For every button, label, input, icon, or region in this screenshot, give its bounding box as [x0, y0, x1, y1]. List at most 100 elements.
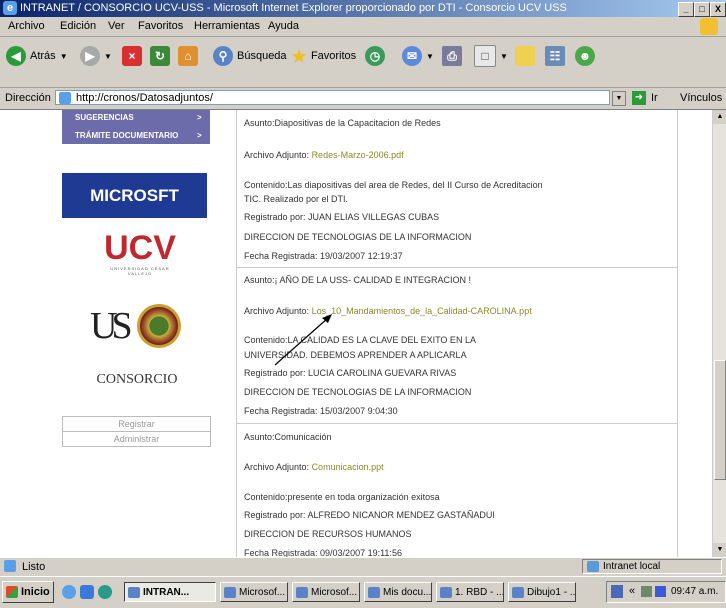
- research-button[interactable]: ☷: [545, 45, 569, 67]
- vertical-scrollbar[interactable]: ▲ ▼: [712, 110, 726, 557]
- task-intranet[interactable]: INTRAN...: [124, 582, 216, 602]
- stop-button[interactable]: ×: [122, 45, 146, 67]
- registrar-link[interactable]: Registrar: [63, 417, 210, 432]
- system-tray: « 09:47 a.m.: [606, 581, 726, 603]
- network-icon[interactable]: [641, 586, 652, 597]
- outlook-quicklaunch-icon[interactable]: [80, 585, 94, 599]
- attachment-link[interactable]: Redes-Marzo-2006.pdf: [312, 150, 404, 160]
- page-content: SUGERENCIAS > TRÁMITE DOCUMENTARIO > MIC…: [0, 110, 712, 557]
- print-button[interactable]: ⎙: [442, 45, 466, 67]
- messenger-icon: ☻: [575, 46, 595, 66]
- status-text: Listo: [22, 561, 46, 573]
- back-arrow-icon: ◀: [6, 46, 26, 66]
- menu-ayuda[interactable]: Ayuda: [268, 20, 299, 32]
- microsoft-banner[interactable]: MICROSFT: [62, 173, 207, 218]
- maximize-button[interactable]: □: [694, 2, 710, 17]
- chevron-down-icon[interactable]: ▼: [60, 52, 68, 61]
- ie-quicklaunch-icon[interactable]: [62, 585, 76, 599]
- forward-button[interactable]: ▶ ▼: [80, 45, 112, 67]
- go-button[interactable]: Ir: [651, 92, 658, 104]
- attachment-link[interactable]: Los_10_Mandamientos_de_la_Calidad-CAROLI…: [312, 306, 532, 316]
- status-bar: Listo Intranet local: [0, 557, 726, 576]
- refresh-button[interactable]: ↻: [150, 45, 174, 67]
- sidebar-item-sugerencias[interactable]: SUGERENCIAS: [75, 113, 134, 122]
- window-title: INTRANET / CONSORCIO UCV-USS - Microsoft…: [20, 2, 567, 14]
- folder-icon: [515, 46, 535, 66]
- edit-icon: □: [474, 45, 496, 67]
- tray-app-icon[interactable]: [611, 585, 623, 598]
- search-button[interactable]: ⚲ Búsqueda: [213, 45, 287, 67]
- search-label: Búsqueda: [237, 50, 287, 62]
- chevron-right-icon: >: [197, 131, 202, 140]
- home-icon: ⌂: [178, 46, 198, 66]
- attachment-link[interactable]: Comunicacion.ppt: [312, 462, 384, 472]
- document-entry: Asunto:Comunicación Archivo Adjunto: Com…: [236, 423, 677, 557]
- scroll-thumb[interactable]: [714, 360, 726, 480]
- administrar-link[interactable]: Administrar: [63, 432, 210, 446]
- history-button[interactable]: ◷: [365, 45, 389, 67]
- admin-links: Registrar Administrar: [62, 416, 211, 447]
- tray-util-icon[interactable]: [655, 586, 666, 597]
- scroll-down-icon[interactable]: ▼: [713, 543, 726, 557]
- chevron-down-icon[interactable]: ▼: [500, 52, 508, 61]
- divider: [677, 110, 678, 557]
- consorcio-logo[interactable]: CONSORCIO: [62, 372, 212, 388]
- menu-archivo[interactable]: Archivo: [8, 20, 45, 32]
- document-entry: Asunto:Diapositivas de la Capacitacion d…: [236, 110, 677, 268]
- clock[interactable]: 09:47 a.m.: [671, 586, 718, 597]
- address-input[interactable]: http://cronos/Datosadjuntos/: [55, 90, 610, 105]
- windows-flag-icon: [700, 18, 718, 35]
- start-label: Inicio: [21, 586, 50, 598]
- go-arrow-icon[interactable]: ➜: [632, 91, 646, 105]
- menu-ver[interactable]: Ver: [108, 20, 125, 32]
- start-button[interactable]: Inicio: [2, 581, 54, 603]
- home-button[interactable]: ⌂: [178, 45, 202, 67]
- menu-herramientas[interactable]: Herramientas: [194, 20, 260, 32]
- task-mis-documentos[interactable]: Mis docu...: [364, 582, 432, 602]
- chevron-down-icon[interactable]: ▼: [426, 52, 434, 61]
- print-icon: ⎙: [442, 46, 462, 66]
- messenger-button[interactable]: ☻: [575, 45, 599, 67]
- address-bar: Dirección http://cronos/Datosadjuntos/ ▼…: [0, 88, 726, 110]
- entry-attachment-row: Archivo Adjunto: Comunicacion.ppt: [244, 462, 384, 472]
- menu-favoritos[interactable]: Favoritos: [138, 20, 183, 32]
- minimize-button[interactable]: _: [678, 2, 694, 17]
- tray-expand-icon[interactable]: «: [629, 585, 635, 597]
- ucv-logo[interactable]: UCV UNIVERSIDAD CÉSAR VALLEJO: [100, 230, 180, 276]
- search-icon: ⚲: [213, 46, 233, 66]
- folder-button[interactable]: [515, 45, 539, 67]
- mail-button[interactable]: ✉ ▼: [402, 45, 434, 67]
- edit-button[interactable]: □ ▼: [474, 45, 508, 67]
- title-bar[interactable]: e INTRANET / CONSORCIO UCV-USS - Microso…: [0, 0, 726, 17]
- entry-attachment-row: Archivo Adjunto: Redes-Marzo-2006.pdf: [244, 150, 404, 160]
- uss-logo-text: US: [90, 305, 133, 347]
- links-button[interactable]: Vínculos: [680, 92, 722, 104]
- page-done-icon: [4, 560, 16, 572]
- sidebar-item-tramite[interactable]: TRÁMITE DOCUMENTARIO: [75, 131, 178, 140]
- annotation-arrow: [274, 314, 332, 366]
- back-button[interactable]: ◀ Atrás ▼: [6, 45, 68, 67]
- close-button[interactable]: X: [710, 2, 726, 17]
- address-dropdown-icon[interactable]: ▼: [612, 91, 626, 106]
- task-dibujo[interactable]: Dibujo1 - ...: [508, 582, 576, 602]
- media-quicklaunch-icon[interactable]: [98, 585, 112, 599]
- entry-subject: Asunto:Diapositivas de la Capacitacion d…: [244, 118, 441, 128]
- menu-edicion[interactable]: Edición: [60, 20, 96, 32]
- task-rbd[interactable]: 1. RBD - ...: [436, 582, 504, 602]
- ucv-logo-text: UCV: [104, 229, 176, 267]
- task-microsoft-2[interactable]: Microsof...: [292, 582, 360, 602]
- left-sidebar: SUGERENCIAS > TRÁMITE DOCUMENTARIO > MIC…: [0, 110, 236, 557]
- windows-logo-icon: [6, 586, 18, 598]
- entry-subject: Asunto:¡ AÑO DE LA USS- CALIDAD E INTEGR…: [244, 275, 472, 285]
- stop-icon: ×: [122, 46, 142, 66]
- intranet-icon: [587, 561, 599, 572]
- uss-logo[interactable]: US: [85, 300, 185, 360]
- task-microsoft-1[interactable]: Microsof...: [220, 582, 288, 602]
- entry-department: DIRECCION DE TECNOLOGIAS DE LA INFORMACI…: [244, 387, 472, 397]
- forward-arrow-icon: ▶: [80, 46, 100, 66]
- entry-department: DIRECCION DE RECURSOS HUMANOS: [244, 529, 412, 539]
- scroll-up-icon[interactable]: ▲: [713, 110, 726, 124]
- chevron-down-icon[interactable]: ▼: [104, 52, 112, 61]
- favorites-button[interactable]: ★ Favoritos: [290, 45, 356, 68]
- entry-department: DIRECCION DE TECNOLOGIAS DE LA INFORMACI…: [244, 232, 472, 242]
